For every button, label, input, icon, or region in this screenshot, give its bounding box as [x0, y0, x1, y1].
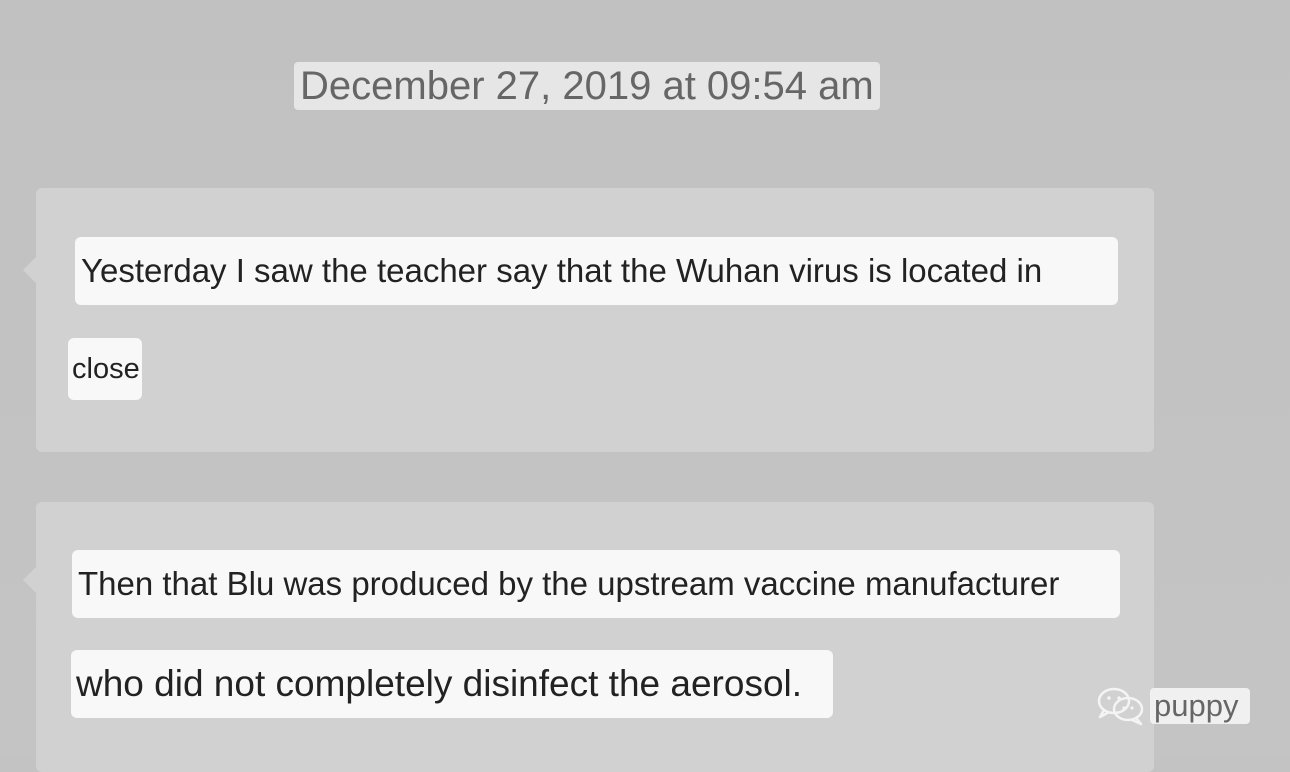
message-timestamp: December 27, 2019 at 09:54 am	[294, 62, 880, 110]
message-text-line: close	[68, 338, 142, 400]
message-text-line: Yesterday I saw the teacher say that the…	[75, 237, 1118, 305]
message-text-line: Then that Blu was produced by the upstre…	[72, 550, 1120, 618]
message-text-line: who did not completely disinfect the aer…	[71, 650, 833, 718]
message-bubble[interactable]: Then that Blu was produced by the upstre…	[23, 502, 1154, 772]
watermark-label: puppy	[1150, 688, 1251, 724]
message-bubble[interactable]: Yesterday I saw the teacher say that the…	[23, 188, 1154, 452]
wechat-icon	[1097, 687, 1144, 726]
chat-window: December 27, 2019 at 09:54 am Yesterday …	[0, 0, 1290, 772]
watermark: puppy	[1094, 684, 1251, 728]
